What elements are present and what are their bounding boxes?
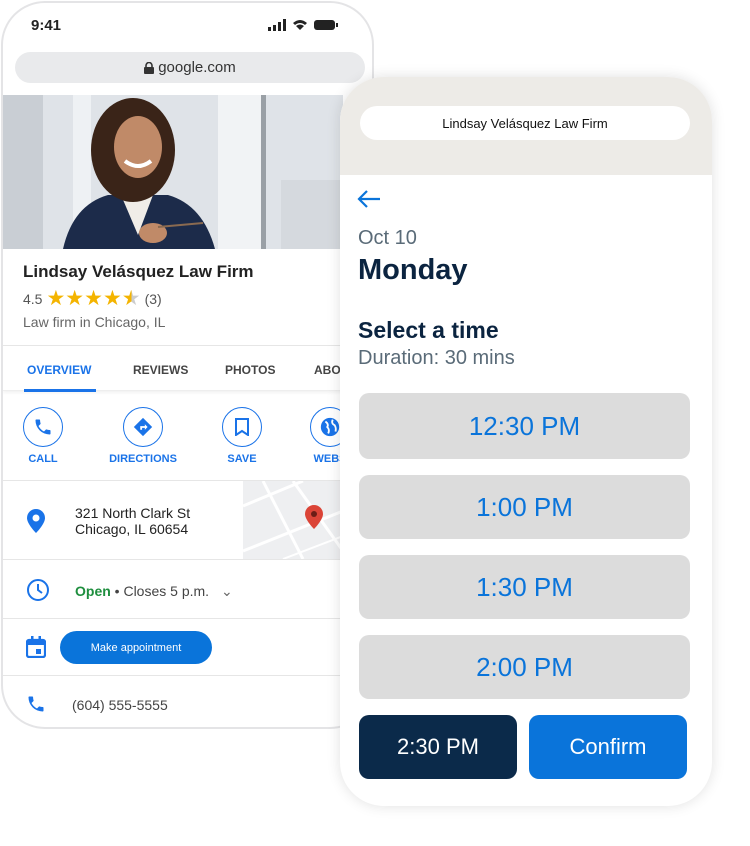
hours[interactable]: Open • Closes 5 p.m. ⌄ <box>75 583 233 600</box>
duration: Duration: 30 mins <box>358 347 515 369</box>
directions-icon <box>133 417 153 437</box>
business-photo <box>3 95 343 249</box>
selected-time-slot-button[interactable]: 2:30 PM <box>359 715 517 779</box>
location-pin-icon <box>27 509 45 533</box>
star-icon: ★ <box>46 287 66 310</box>
phone-icon <box>35 419 51 435</box>
rating-value: 4.5 <box>23 290 43 307</box>
rating: 4.5 ★★★★★ (3) <box>23 288 162 309</box>
star-rating: ★★★★★ <box>46 288 140 309</box>
business-name: Lindsay Velásquez Law Firm <box>23 262 254 281</box>
status-bar: 9:41 <box>31 17 338 37</box>
url-bar[interactable]: google.com <box>15 52 365 83</box>
directions-button[interactable]: DIRECTIONS <box>103 407 183 465</box>
clock-icon <box>27 579 49 601</box>
wifi-icon <box>293 20 307 30</box>
tab-overview[interactable]: OVERVIEW <box>27 363 91 377</box>
divider <box>3 618 343 619</box>
business-category: Law firm in Chicago, IL <box>23 314 166 330</box>
time-slot-button[interactable]: 1:00 PM <box>359 475 690 539</box>
call-button[interactable]: CALL <box>3 407 83 465</box>
booking-header: Lindsay Velásquez Law Firm <box>340 77 712 175</box>
star-half-icon: ★ <box>121 287 141 310</box>
url-text: google.com <box>158 59 236 76</box>
open-status: Open <box>75 583 111 599</box>
star-icon: ★ <box>65 287 85 310</box>
bookmark-icon <box>235 418 249 436</box>
star-icon: ★ <box>84 287 103 310</box>
back-arrow-icon[interactable] <box>356 189 382 209</box>
divider <box>3 675 343 676</box>
tab-bar: OVERVIEW REVIEWS PHOTOS ABO <box>3 345 343 392</box>
closing-time: • Closes 5 p.m. <box>110 583 210 599</box>
signal-icon <box>268 19 286 31</box>
lock-icon <box>144 61 155 74</box>
tab-photos[interactable]: PHOTOS <box>225 363 275 377</box>
globe-icon <box>320 417 340 437</box>
phone-icon <box>28 696 44 712</box>
map-thumbnail[interactable] <box>243 481 343 559</box>
section-heading: Select a time <box>358 317 499 343</box>
divider <box>3 559 343 560</box>
time-slot-button[interactable]: 2:00 PM <box>359 635 690 699</box>
booking-phone: Lindsay Velásquez Law Firm Oct 10 Monday… <box>340 77 712 806</box>
time-slot-button[interactable]: 12:30 PM <box>359 393 690 459</box>
time-slot-button[interactable]: 1:30 PM <box>359 555 690 619</box>
review-count[interactable]: (3) <box>145 291 162 307</box>
address[interactable]: 321 North Clark St Chicago, IL 60654 <box>75 505 190 537</box>
business-title-bar: Lindsay Velásquez Law Firm <box>360 106 690 140</box>
phone-number[interactable]: (604) 555-5555 <box>72 697 168 713</box>
active-tab-indicator <box>24 389 96 392</box>
battery-icon <box>314 20 338 30</box>
selected-date: Oct 10 <box>358 227 417 249</box>
save-button[interactable]: SAVE <box>202 407 282 465</box>
chevron-down-icon[interactable]: ⌄ <box>221 583 233 599</box>
google-business-phone: 9:41 google.com Lindsay Velásquez Law Fi… <box>1 1 374 729</box>
star-icon: ★ <box>102 287 122 310</box>
calendar-icon <box>26 636 46 658</box>
selected-day: Monday <box>358 254 468 286</box>
tab-about[interactable]: ABO <box>314 363 341 377</box>
confirm-button[interactable]: Confirm <box>529 715 687 779</box>
make-appointment-button[interactable]: Make appointment <box>60 631 212 664</box>
status-time: 9:41 <box>31 17 62 34</box>
tab-reviews[interactable]: REVIEWS <box>133 363 188 377</box>
